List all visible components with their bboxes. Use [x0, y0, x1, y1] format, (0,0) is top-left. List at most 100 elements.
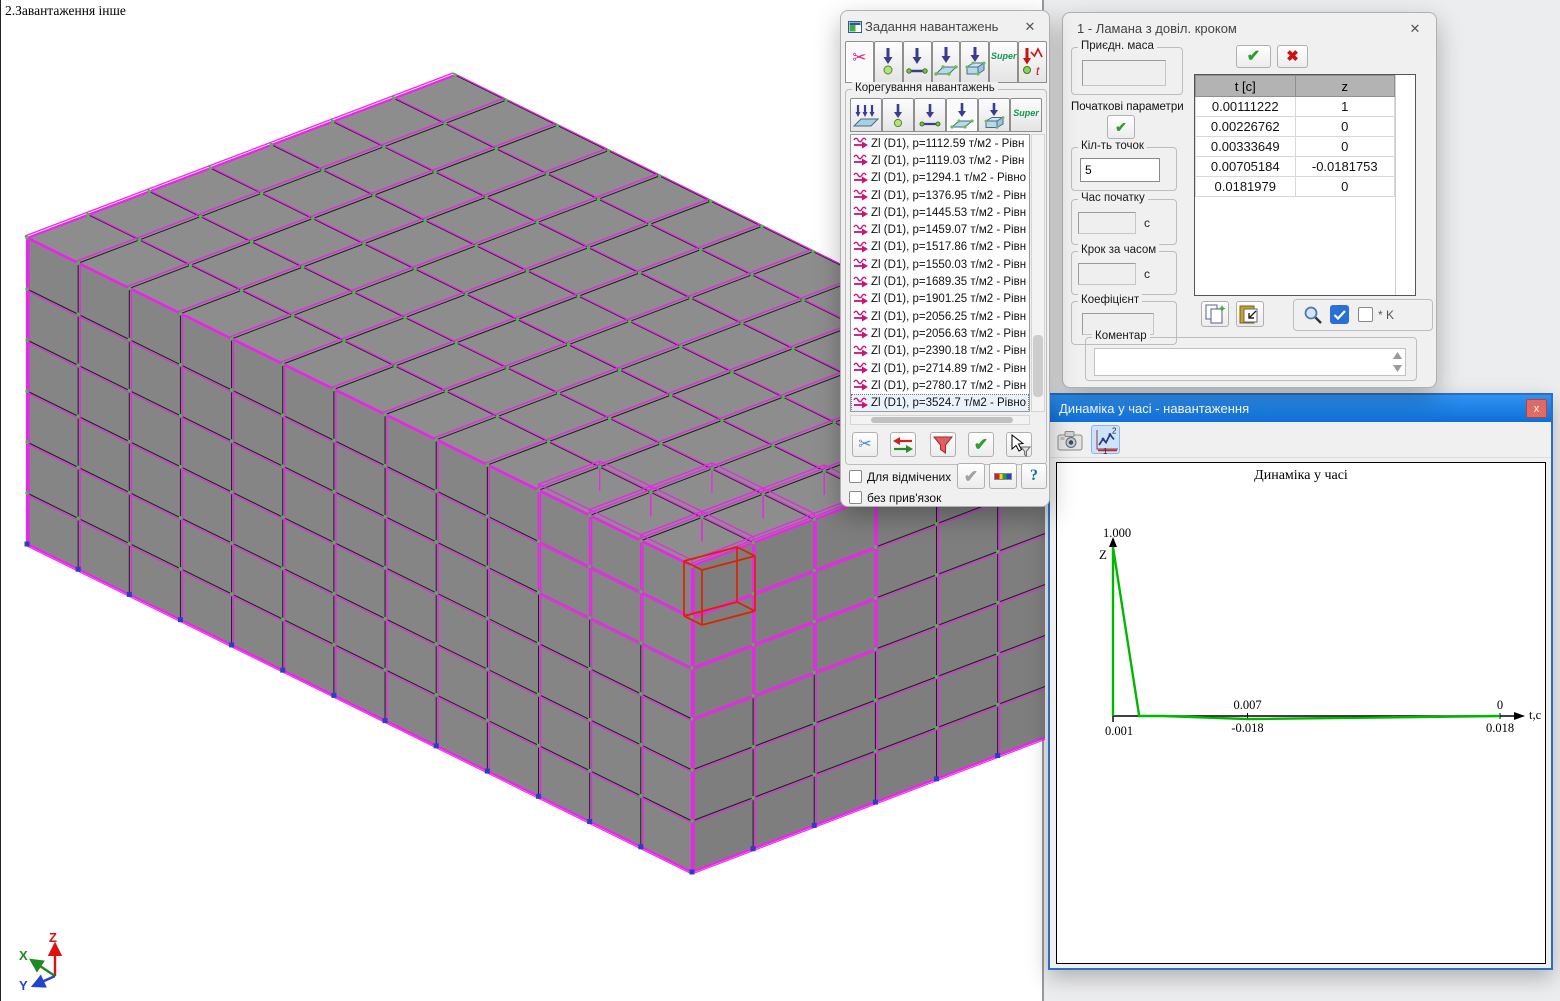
scrollbar-thumb[interactable] [1033, 335, 1043, 397]
tab-correct-distributed[interactable] [850, 98, 882, 132]
help-button[interactable]: ? [1021, 463, 1047, 489]
table-cell[interactable]: 0.00226762 [1196, 117, 1296, 137]
list-item[interactable]: Zl (D1), p=2714.89 т/м2 - Рівн [851, 360, 1029, 377]
list-item[interactable]: Zl (D1), p=1112.59 т/м2 - Рівн [851, 135, 1029, 152]
snapshot-button[interactable] [1055, 425, 1084, 454]
vertical-scrollbar[interactable] [1031, 134, 1045, 412]
start-time-field[interactable] [1078, 212, 1136, 234]
list-item[interactable]: Zl (D1), p=2390.18 т/м2 - Рівн [851, 343, 1029, 360]
list-item[interactable]: Zl (D1), p=1459.07 т/м2 - Рівн [851, 221, 1029, 238]
list-item[interactable]: Zl (D1), p=1445.53 т/м2 - Рівн [851, 204, 1029, 221]
graph-mode-button[interactable]: 2 1 [1091, 425, 1120, 454]
delete-load-button[interactable]: ✂ [852, 432, 878, 457]
tab-correct-plate[interactable] [946, 98, 978, 132]
scrollbar-thumb[interactable] [871, 417, 1013, 423]
view-tools-group: * K [1293, 299, 1433, 331]
distributed-load-icon [853, 258, 869, 271]
k-multiplier-label: * K [1378, 308, 1394, 322]
table-cell[interactable]: 0.0181979 [1196, 177, 1296, 197]
bar-load-icon [905, 45, 929, 77]
time-step-field[interactable] [1078, 263, 1136, 285]
load-correction-group: Корегування навантажень [845, 89, 1047, 465]
tab-dynamic-load[interactable]: t [1018, 41, 1047, 83]
scissors-icon: ✂ [858, 437, 871, 453]
svg-text:0.007: 0.007 [1233, 698, 1261, 712]
table-cell[interactable]: 0.00111222 [1196, 97, 1296, 117]
window-titlebar[interactable]: Динаміка у часі - навантаження [1050, 395, 1551, 422]
filter-button[interactable] [930, 432, 956, 457]
points-table-frame: t [c]z0.0011122210.0022676200.0033364900… [1194, 74, 1416, 296]
no-snap-label: без прив'язок [867, 491, 941, 505]
load-scale-button[interactable] [989, 463, 1017, 489]
tab-load-on-solid[interactable] [960, 41, 989, 83]
tab-correct-node[interactable] [882, 98, 914, 132]
replace-load-button[interactable] [890, 432, 916, 457]
apply-to-marked-button[interactable]: ✔ [957, 463, 985, 489]
tab-correct-bar[interactable] [914, 98, 946, 132]
k-multiplier-checkbox[interactable] [1358, 307, 1373, 322]
load-list[interactable]: Zl (D1), p=1112.59 т/м2 - РівнZl (D1), p… [850, 134, 1030, 412]
list-item[interactable]: Zl (D1), p=2780.17 т/м2 - Рівн [851, 377, 1029, 394]
list-item[interactable]: Zl (D1), p=1376.95 т/м2 - Рівн [851, 187, 1029, 204]
table-cell[interactable]: 0.00333649 [1196, 137, 1296, 157]
table-cell[interactable]: 0 [1295, 137, 1395, 157]
initial-params-button[interactable]: ✔ [1107, 115, 1135, 139]
check-icon: ✔ [974, 436, 988, 453]
table-cell[interactable]: -0.0181753 [1295, 157, 1395, 177]
table-cell[interactable]: 1 [1295, 97, 1395, 117]
show-curve-checkbox[interactable] [1330, 305, 1349, 324]
comment-input[interactable] [1094, 348, 1406, 376]
list-item[interactable]: Zl (D1), p=2056.25 т/м2 - Рівн [851, 308, 1029, 325]
close-icon[interactable]: x [1526, 399, 1547, 418]
close-icon[interactable]: ✕ [1019, 17, 1041, 37]
list-item[interactable]: Zl (D1), p=1550.03 т/м2 - Рівн [851, 256, 1029, 273]
svg-text:Z: Z [49, 930, 57, 945]
distributed-load-icon [853, 397, 869, 410]
confirm-button[interactable]: ✔ [1236, 45, 1271, 68]
load-type-tabs: ✂ [845, 41, 1047, 83]
tab-correct-solid[interactable] [978, 98, 1010, 132]
tab-delete-load[interactable]: ✂ [845, 41, 874, 83]
list-item[interactable]: Zl (D1), p=1517.86 т/м2 - Рівн [851, 239, 1029, 256]
chart-toolbar: 2 1 [1050, 422, 1551, 458]
chart-plot-area: Динаміка у часі1.000Z0.0010.007-0.01800.… [1056, 462, 1546, 964]
tab-load-on-plate[interactable] [932, 41, 961, 83]
copy-button[interactable] [1201, 301, 1229, 327]
list-item[interactable]: Zl (D1), p=2056.63 т/м2 - Рівн [851, 325, 1029, 342]
points-count-group: Кіл-ть точок [1071, 147, 1177, 191]
spin-up-icon[interactable] [1391, 350, 1403, 361]
table-cell[interactable]: 0 [1295, 117, 1395, 137]
apply-load-button[interactable]: ✔ [968, 432, 994, 457]
svg-text:-0.018: -0.018 [1231, 721, 1263, 735]
tab-super-elements[interactable]: Super [989, 41, 1018, 83]
attached-mass-field[interactable] [1082, 60, 1166, 86]
close-icon[interactable]: ✕ [1404, 19, 1426, 39]
list-item[interactable]: Zl (D1), p=1294.1 т/м2 - Рівно [851, 170, 1029, 187]
spin-down-icon[interactable] [1391, 363, 1403, 374]
table-cell[interactable]: 0 [1295, 177, 1395, 197]
distributed-load-icon [853, 154, 869, 167]
tab-load-on-bar[interactable] [903, 41, 932, 83]
points-table[interactable]: t [c]z0.0011122210.0022676200.0033364900… [1195, 75, 1395, 197]
paste-button[interactable] [1236, 301, 1264, 327]
for-marked-checkbox[interactable] [849, 470, 862, 483]
correction-type-tabs: Super [850, 98, 1042, 132]
list-item[interactable]: Zl (D1), p=1689.35 т/м2 - Рівн [851, 273, 1029, 290]
distributed-load-icon [853, 327, 869, 340]
magnifier-icon[interactable] [1302, 304, 1324, 326]
table-cell[interactable]: 0.00705184 [1196, 157, 1296, 177]
table-header: z [1295, 76, 1395, 97]
cancel-button[interactable]: ✖ [1277, 45, 1308, 68]
horizontal-scrollbar[interactable] [850, 415, 1030, 425]
distributed-load-icon [853, 224, 869, 237]
svg-text:0.018: 0.018 [1486, 721, 1514, 735]
points-count-input[interactable] [1080, 158, 1160, 182]
list-item[interactable]: Zl (D1), p=1901.25 т/м2 - Рівн [851, 291, 1029, 308]
no-snap-checkbox[interactable] [849, 491, 862, 504]
pick-filter-button[interactable] [1006, 432, 1032, 457]
list-item[interactable]: Zl (D1), p=3524.7 т/м2 - Рівно [851, 394, 1029, 411]
tab-load-on-node[interactable] [874, 41, 903, 83]
tab-correct-super[interactable]: Super [1010, 98, 1042, 132]
x-icon: ✖ [1286, 49, 1299, 64]
list-item[interactable]: Zl (D1), p=1119.03 т/м2 - Рівн [851, 152, 1029, 169]
